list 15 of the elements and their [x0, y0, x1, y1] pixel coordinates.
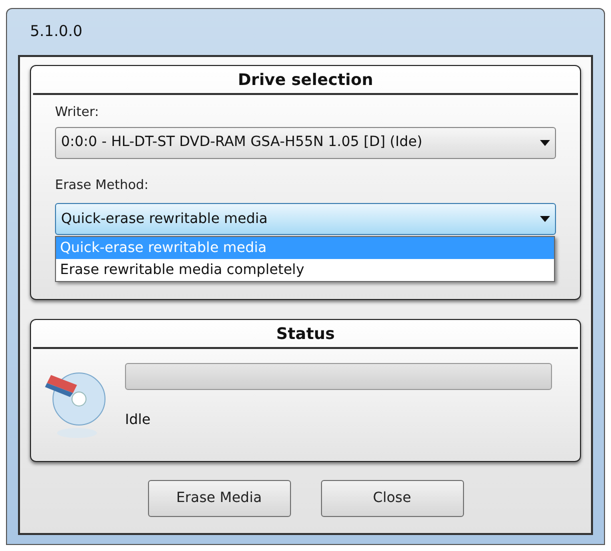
panel-heading: Drive selection [33, 66, 578, 95]
caret-icon [540, 140, 550, 146]
window-title: 5.1.0.0 [29, 21, 84, 42]
dialog-button[interactable]: Close [320, 480, 464, 517]
status-text: Idle [125, 411, 152, 430]
dropdown-value: Quick-erase rewritable media [61, 210, 268, 228]
field-label: Erase Method: [55, 176, 150, 194]
writer-dropdown[interactable]: 0:0:0 - HL-DT-ST DVD-RAM GSA-H55N 1.05 [D] (Ide) [55, 126, 556, 158]
field-label: Writer: [55, 104, 100, 122]
dialog-button[interactable]: Erase Media [148, 480, 290, 517]
erase-method-dropdown[interactable]: Quick-erase rewritable media [55, 203, 556, 235]
caret-icon [540, 216, 550, 222]
dropdown-value: 0:0:0 - HL-DT-ST DVD-RAM GSA-H55N 1.05 [D] (Ide) [61, 133, 422, 152]
panel-heading: Status [33, 320, 578, 349]
dropdown-option[interactable]: Erase rewritable media completely [56, 259, 554, 281]
